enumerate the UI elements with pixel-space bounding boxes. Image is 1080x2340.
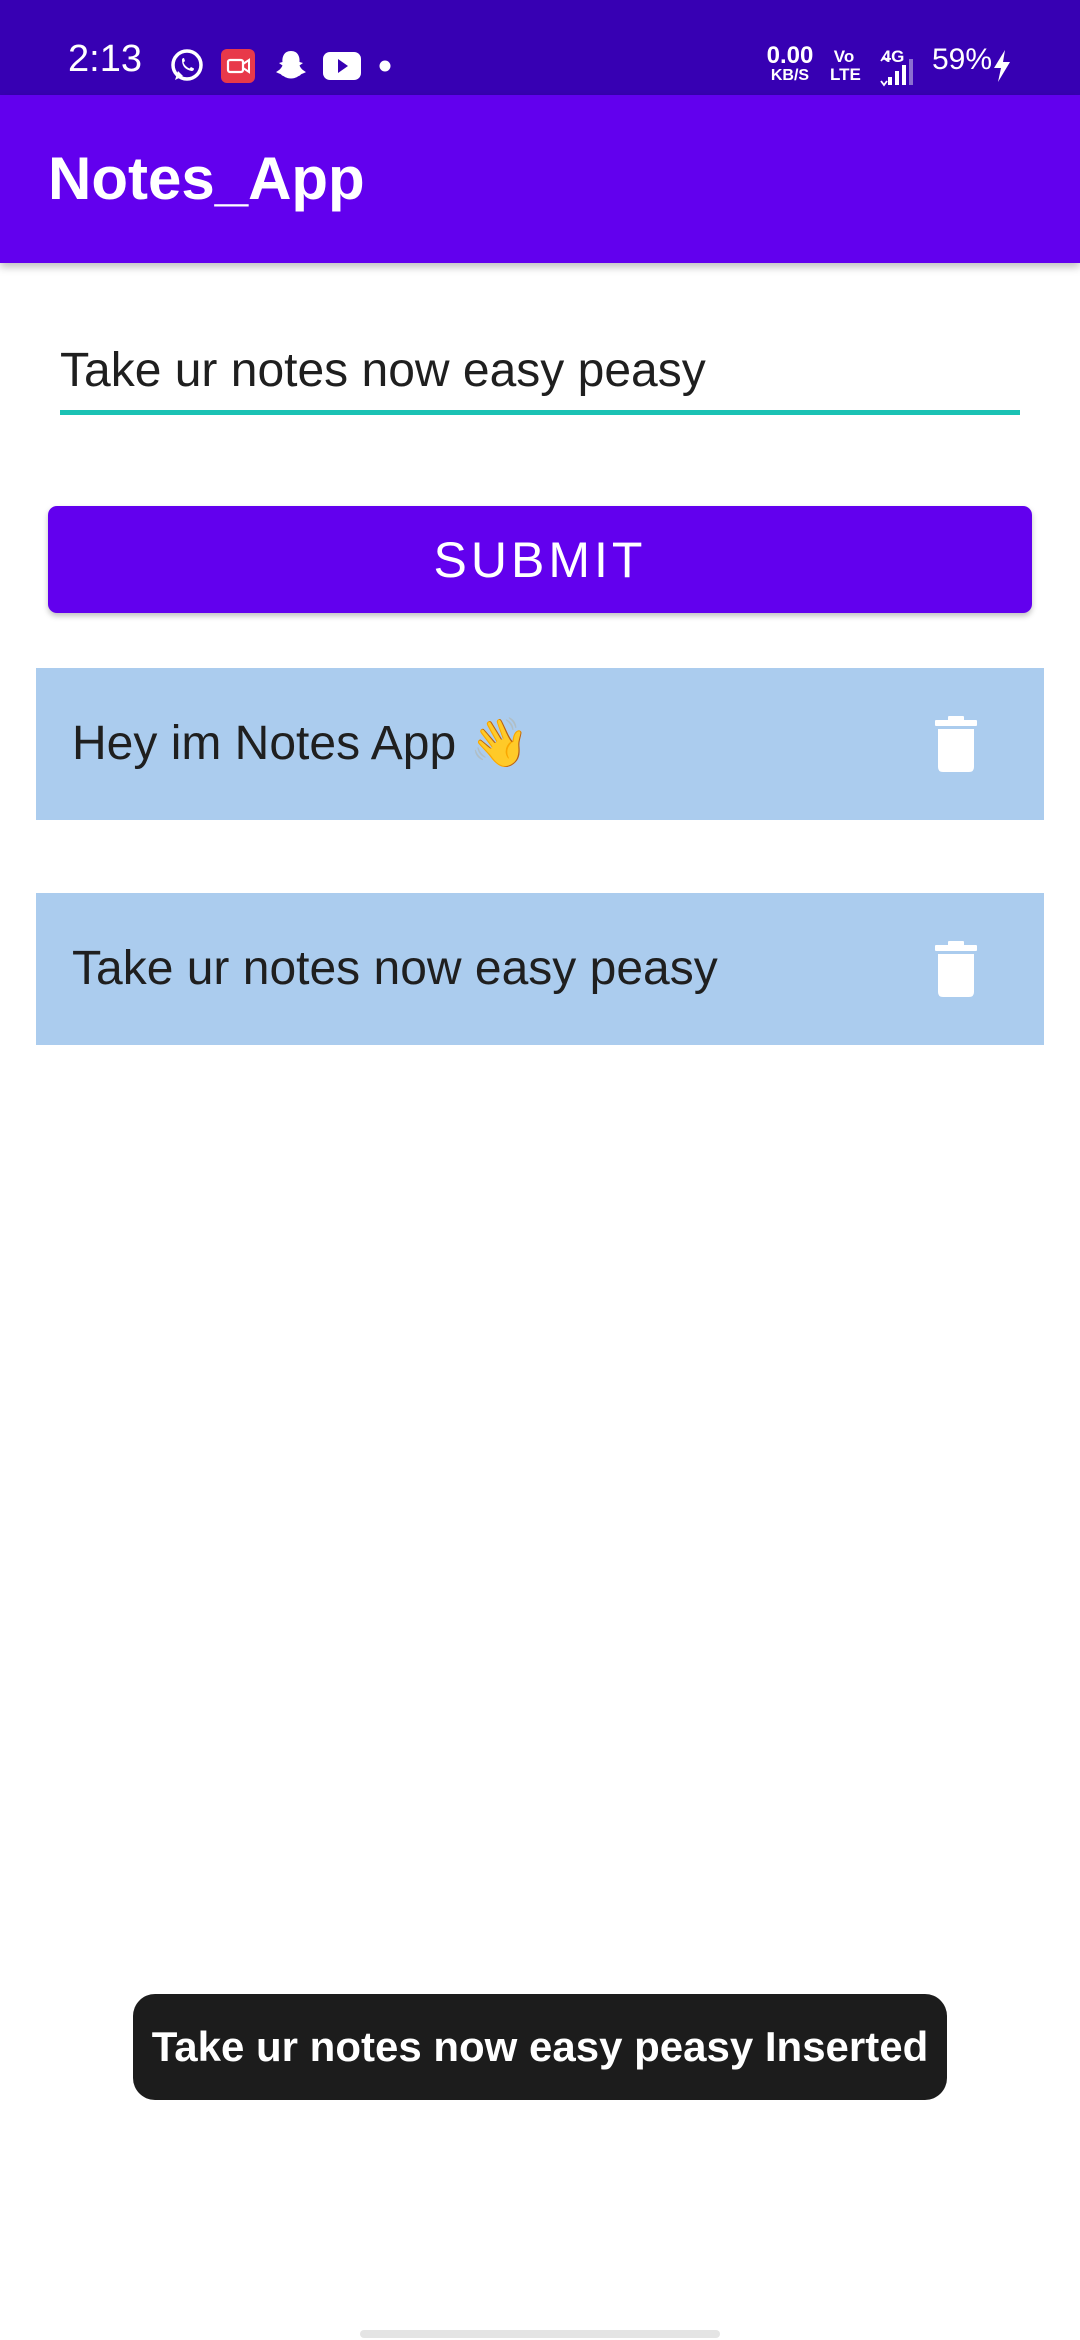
delete-note-button[interactable]: [916, 929, 996, 1009]
volte-top: Vo: [833, 47, 855, 66]
battery-percent: 59%: [932, 43, 993, 76]
note-card[interactable]: Take ur notes now easy peasy: [36, 893, 1044, 1045]
submit-button[interactable]: SUBMIT: [48, 506, 1032, 613]
screen-record-icon: [219, 47, 257, 85]
toast-message: Take ur notes now easy peasy Inserted: [133, 1994, 947, 2100]
app-bar: Notes_App: [0, 95, 1080, 263]
whatsapp-icon: [168, 47, 206, 85]
signal-strength-icon: [878, 52, 918, 90]
status-bar: 2:13 0.00 KB/S Vo LTE 4G 59%: [0, 0, 1080, 95]
more-notifications-dot-icon: [378, 47, 392, 85]
note-text: Take ur notes now easy peasy: [72, 942, 718, 995]
app-title: Notes_App: [48, 145, 365, 212]
youtube-icon: [322, 47, 362, 85]
charging-bolt-icon: [990, 47, 1014, 85]
note-card[interactable]: Hey im Notes App 👋: [36, 668, 1044, 820]
volte-bottom: LTE: [830, 65, 861, 84]
home-indicator[interactable]: [360, 2330, 720, 2338]
note-input[interactable]: [60, 330, 1020, 415]
net-speed-unit: KB/S: [770, 67, 810, 84]
trash-icon: [935, 941, 977, 997]
status-time: 2:13: [68, 38, 142, 80]
delete-note-button[interactable]: [916, 704, 996, 784]
net-speed-value: 0.00: [766, 42, 814, 69]
trash-icon: [935, 716, 977, 772]
note-text: Hey im Notes App 👋: [72, 717, 530, 770]
snapchat-icon: [272, 47, 310, 85]
